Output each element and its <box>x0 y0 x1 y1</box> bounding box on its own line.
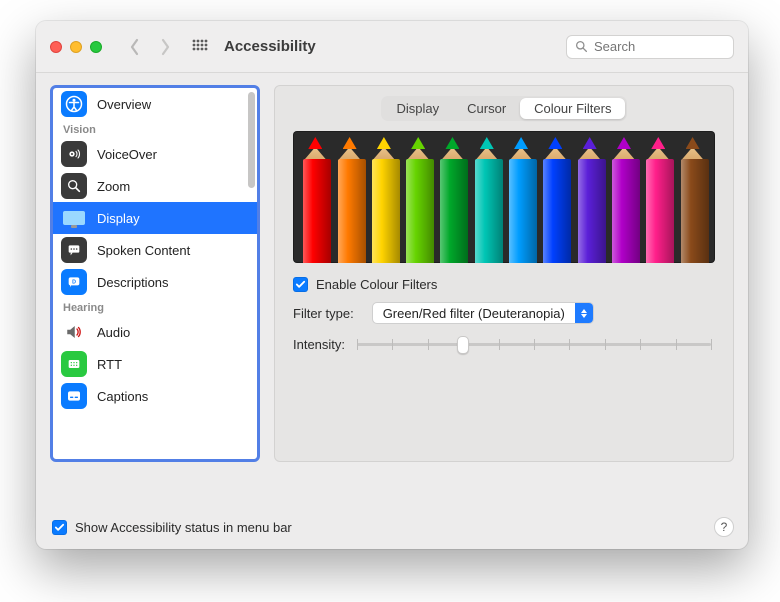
help-icon: ? <box>721 520 728 534</box>
show-all-button[interactable] <box>190 37 210 57</box>
pencil <box>303 131 327 263</box>
show-status-menubar-checkbox[interactable] <box>52 520 67 535</box>
pencil <box>578 131 602 263</box>
tab-display[interactable]: Display <box>383 98 454 119</box>
sidebar-item-voiceover[interactable]: VoiceOver <box>53 138 257 170</box>
sidebar-item-descriptions[interactable]: D Descriptions <box>53 266 257 298</box>
pencil <box>440 131 464 263</box>
sidebar-item-label: RTT <box>97 357 122 372</box>
slider-tick <box>569 339 570 350</box>
filter-type-label: Filter type: <box>293 306 354 321</box>
sidebar-item-label: Audio <box>97 325 130 340</box>
sidebar: Overview Vision VoiceOver Zoom <box>50 85 260 462</box>
chevron-left-icon <box>129 38 141 56</box>
sidebar-item-display[interactable]: Display <box>53 202 257 234</box>
intensity-slider[interactable] <box>357 334 711 354</box>
window-toolbar: Accessibility <box>36 21 748 73</box>
sidebar-item-label: Captions <box>97 389 148 404</box>
svg-text:D: D <box>72 279 76 285</box>
enable-colour-filters-checkbox[interactable] <box>293 277 308 292</box>
preferences-window: Accessibility Overview Vision <box>36 21 748 549</box>
zoom-icon <box>61 173 87 199</box>
sidebar-item-spoken-content[interactable]: Spoken Content <box>53 234 257 266</box>
search-field[interactable] <box>566 35 734 59</box>
sidebar-section-hearing: Hearing <box>53 298 257 316</box>
sidebar-item-overview[interactable]: Overview <box>53 88 257 120</box>
display-icon <box>61 205 87 231</box>
sidebar-item-label: Zoom <box>97 179 130 194</box>
sidebar-item-label: Overview <box>97 97 151 112</box>
tab-bar: Display Cursor Colour Filters <box>381 96 628 121</box>
filter-type-value: Green/Red filter (Deuteranopia) <box>373 306 575 321</box>
pencil <box>681 131 705 263</box>
sidebar-item-rtt[interactable]: RTT <box>53 348 257 380</box>
sidebar-item-label: Spoken Content <box>97 243 190 258</box>
search-icon <box>575 40 588 53</box>
check-icon <box>54 522 65 533</box>
chevron-right-icon <box>159 38 171 56</box>
colour-filters-form: Enable Colour Filters Filter type: Green… <box>293 277 715 354</box>
close-window-button[interactable] <box>50 41 62 53</box>
grid-icon <box>192 39 208 55</box>
sidebar-item-label: VoiceOver <box>97 147 157 162</box>
forward-button[interactable] <box>156 36 174 58</box>
slider-tick <box>534 339 535 350</box>
pencil <box>338 131 362 263</box>
slider-tick <box>357 339 358 350</box>
footer: Show Accessibility status in menu bar ? <box>36 509 748 549</box>
traffic-lights <box>50 41 102 53</box>
audio-icon <box>61 319 87 345</box>
back-button[interactable] <box>126 36 144 58</box>
tab-colour-filters[interactable]: Colour Filters <box>520 98 625 119</box>
main-panel: Display Cursor Colour Filters Enable Col… <box>274 85 734 462</box>
pencil <box>372 131 396 263</box>
slider-thumb[interactable] <box>457 336 469 354</box>
descriptions-icon: D <box>61 269 87 295</box>
sidebar-item-zoom[interactable]: Zoom <box>53 170 257 202</box>
colour-filter-preview <box>293 131 715 263</box>
spoken-content-icon <box>61 237 87 263</box>
select-stepper-icon <box>575 303 593 323</box>
captions-icon <box>61 383 87 409</box>
show-status-menubar-label: Show Accessibility status in menu bar <box>75 520 292 535</box>
filter-type-select[interactable]: Green/Red filter (Deuteranopia) <box>372 302 594 324</box>
enable-colour-filters-label: Enable Colour Filters <box>316 277 437 292</box>
sidebar-item-label: Descriptions <box>97 275 169 290</box>
slider-tick <box>711 339 712 350</box>
pencil <box>406 131 430 263</box>
pencil <box>646 131 670 263</box>
slider-tick <box>428 339 429 350</box>
voiceover-icon <box>61 141 87 167</box>
sidebar-section-vision: Vision <box>53 120 257 138</box>
pencil <box>509 131 533 263</box>
minimize-window-button[interactable] <box>70 41 82 53</box>
window-title: Accessibility <box>224 38 316 55</box>
sidebar-item-captions[interactable]: Captions <box>53 380 257 412</box>
slider-tick <box>676 339 677 350</box>
pencil <box>612 131 636 263</box>
nav-buttons <box>126 36 174 58</box>
search-input[interactable] <box>594 39 725 54</box>
check-icon <box>295 279 306 290</box>
accessibility-icon <box>61 91 87 117</box>
pencil <box>543 131 567 263</box>
rtt-icon <box>61 351 87 377</box>
sidebar-item-label: Display <box>97 211 140 226</box>
slider-tick <box>605 339 606 350</box>
pencil <box>475 131 499 263</box>
slider-tick <box>392 339 393 350</box>
tab-cursor[interactable]: Cursor <box>453 98 520 119</box>
slider-tick <box>499 339 500 350</box>
zoom-window-button[interactable] <box>90 41 102 53</box>
intensity-label: Intensity: <box>293 337 345 352</box>
body: Overview Vision VoiceOver Zoom <box>36 73 748 509</box>
help-button[interactable]: ? <box>714 517 734 537</box>
slider-tick <box>640 339 641 350</box>
sidebar-item-audio[interactable]: Audio <box>53 316 257 348</box>
sidebar-scrollbar[interactable] <box>248 92 255 188</box>
